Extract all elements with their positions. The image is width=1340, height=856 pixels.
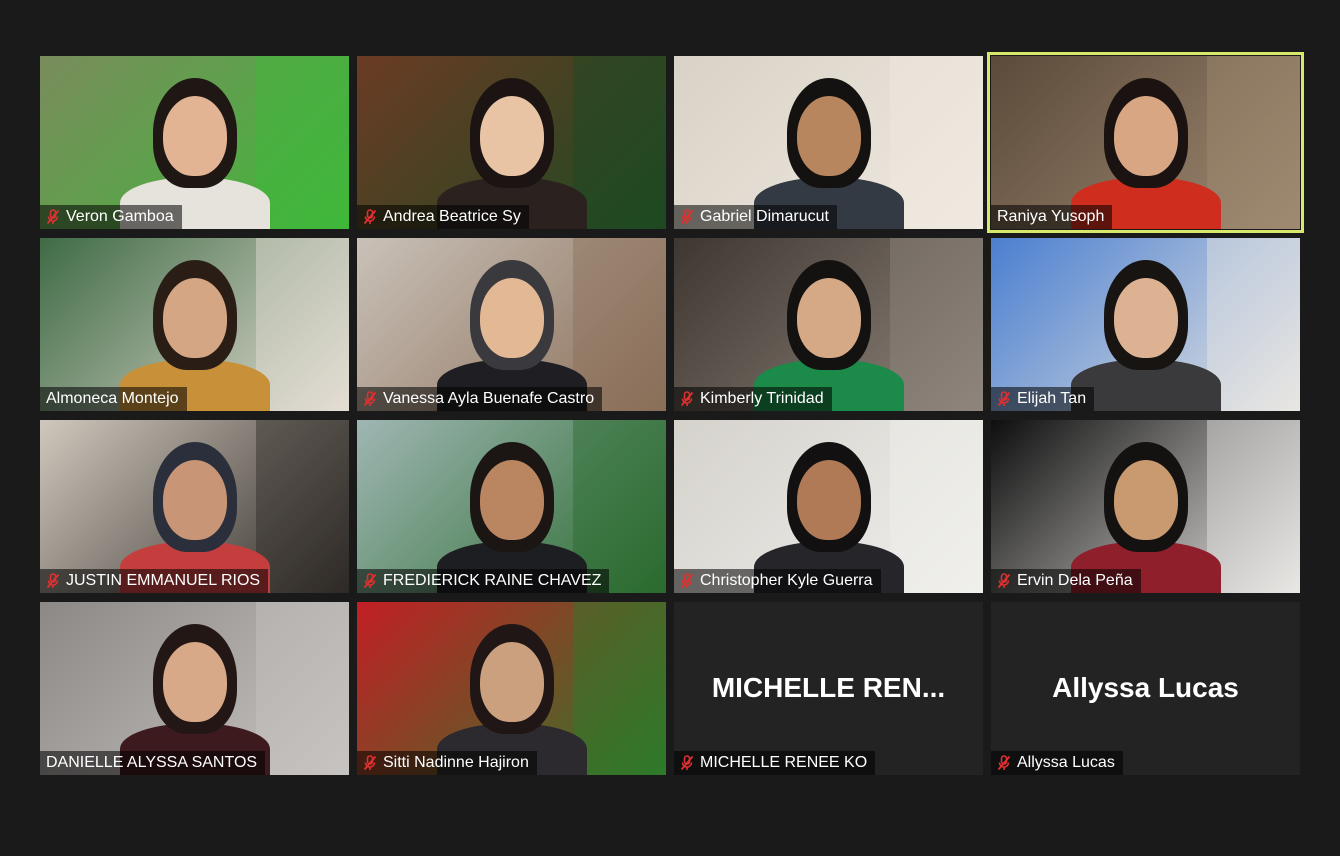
participant-nameplate: Gabriel Dimarucut — [674, 205, 837, 229]
participant-face — [1113, 278, 1178, 358]
participant-video — [40, 238, 349, 411]
participant-tile[interactable]: MICHELLE REN... MICHELLE RENEE KO — [674, 602, 983, 775]
microphone-muted-icon — [997, 755, 1011, 771]
microphone-muted-icon — [46, 573, 60, 589]
participant-name: Raniya Yusoph — [997, 208, 1105, 225]
participant-nameplate: Andrea Beatrice Sy — [357, 205, 529, 229]
participant-name: Vanessa Ayla Buenafe Castro — [383, 390, 595, 407]
microphone-muted-icon — [680, 755, 694, 771]
microphone-muted-icon — [680, 391, 694, 407]
participant-name: MICHELLE RENEE KO — [700, 754, 868, 771]
participant-name: FREDIERICK RAINE CHAVEZ — [383, 572, 602, 589]
microphone-muted-icon — [363, 755, 377, 771]
participant-face — [479, 96, 544, 176]
participant-tile[interactable]: Ervin Dela Peña — [991, 420, 1300, 593]
participant-nameplate: MICHELLE RENEE KO — [674, 751, 876, 775]
participant-face — [162, 278, 227, 358]
participant-tile[interactable]: Sitti Nadinne Hajiron — [357, 602, 666, 775]
participant-nameplate: Kimberly Trinidad — [674, 387, 832, 411]
participant-nameplate: Allyssa Lucas — [991, 751, 1123, 775]
participant-video — [357, 420, 666, 593]
participant-name: Sitti Nadinne Hajiron — [383, 754, 529, 771]
gallery-view-grid: Veron Gamboa Andrea Beatrice Sy Gabriel Di… — [40, 52, 1304, 775]
participant-video — [357, 56, 666, 229]
participant-tile[interactable]: Elijah Tan — [991, 238, 1300, 411]
microphone-muted-icon — [997, 391, 1011, 407]
participant-video — [674, 56, 983, 229]
participant-name: Almoneca Montejo — [46, 390, 179, 407]
participant-face — [796, 460, 861, 540]
participant-tile[interactable]: Gabriel Dimarucut — [674, 56, 983, 229]
microphone-muted-icon — [363, 391, 377, 407]
participant-video — [357, 602, 666, 775]
participant-tile[interactable]: Kimberly Trinidad — [674, 238, 983, 411]
participant-tile[interactable]: FREDIERICK RAINE CHAVEZ — [357, 420, 666, 593]
microphone-muted-icon — [680, 209, 694, 225]
participant-name: Christopher Kyle Guerra — [700, 572, 873, 589]
participant-face — [479, 460, 544, 540]
participant-face — [162, 460, 227, 540]
participant-tile[interactable]: Raniya Yusoph — [987, 52, 1304, 233]
microphone-muted-icon — [680, 573, 694, 589]
participant-name: JUSTIN EMMANUEL RIOS — [66, 572, 261, 589]
participant-face — [1113, 96, 1178, 176]
participant-tile[interactable]: Christopher Kyle Guerra — [674, 420, 983, 593]
participant-name: Allyssa Lucas — [1017, 754, 1115, 771]
participant-video — [991, 56, 1300, 229]
participant-name: Ervin Dela Peña — [1017, 572, 1133, 589]
video-off-name: Allyssa Lucas — [1052, 672, 1239, 703]
participant-name: Andrea Beatrice Sy — [383, 208, 521, 225]
participant-tile[interactable]: Andrea Beatrice Sy — [357, 56, 666, 229]
participant-face — [479, 642, 544, 722]
participant-nameplate: Sitti Nadinne Hajiron — [357, 751, 537, 775]
participant-face — [1113, 460, 1178, 540]
microphone-muted-icon — [363, 209, 377, 225]
participant-nameplate: Christopher Kyle Guerra — [674, 569, 881, 593]
video-off-name: MICHELLE REN... — [711, 672, 946, 703]
microphone-muted-icon — [46, 209, 60, 225]
participant-face — [162, 642, 227, 722]
participant-name: Elijah Tan — [1017, 390, 1087, 407]
participant-tile[interactable]: Veron Gamboa — [40, 56, 349, 229]
participant-nameplate: Raniya Yusoph — [991, 205, 1113, 229]
participant-nameplate: Elijah Tan — [991, 387, 1095, 411]
participant-nameplate: JUSTIN EMMANUEL RIOS — [40, 569, 269, 593]
participant-video — [40, 420, 349, 593]
participant-video — [357, 238, 666, 411]
participant-tile[interactable]: Allyssa Lucas Allyssa Lucas — [991, 602, 1300, 775]
microphone-muted-icon — [997, 573, 1011, 589]
participant-nameplate: Veron Gamboa — [40, 205, 182, 229]
participant-video — [991, 420, 1300, 593]
participant-name: DANIELLE ALYSSA SANTOS — [46, 754, 258, 771]
participant-video — [40, 602, 349, 775]
participant-video — [991, 238, 1300, 411]
participant-video — [674, 238, 983, 411]
participant-tile[interactable]: DANIELLE ALYSSA SANTOS — [40, 602, 349, 775]
participant-video — [40, 56, 349, 229]
participant-name: Gabriel Dimarucut — [700, 208, 829, 225]
participant-nameplate: FREDIERICK RAINE CHAVEZ — [357, 569, 610, 593]
microphone-muted-icon — [363, 573, 377, 589]
participant-video — [674, 420, 983, 593]
participant-name: Veron Gamboa — [66, 208, 174, 225]
participant-nameplate: DANIELLE ALYSSA SANTOS — [40, 751, 266, 775]
participant-face — [796, 96, 861, 176]
participant-name: Kimberly Trinidad — [700, 390, 824, 407]
participant-face — [162, 96, 227, 176]
participant-tile[interactable]: Vanessa Ayla Buenafe Castro — [357, 238, 666, 411]
participant-tile[interactable]: Almoneca Montejo — [40, 238, 349, 411]
participant-nameplate: Ervin Dela Peña — [991, 569, 1141, 593]
participant-tile[interactable]: JUSTIN EMMANUEL RIOS — [40, 420, 349, 593]
participant-face — [479, 278, 544, 358]
participant-nameplate: Almoneca Montejo — [40, 387, 187, 411]
participant-nameplate: Vanessa Ayla Buenafe Castro — [357, 387, 603, 411]
participant-face — [796, 278, 861, 358]
